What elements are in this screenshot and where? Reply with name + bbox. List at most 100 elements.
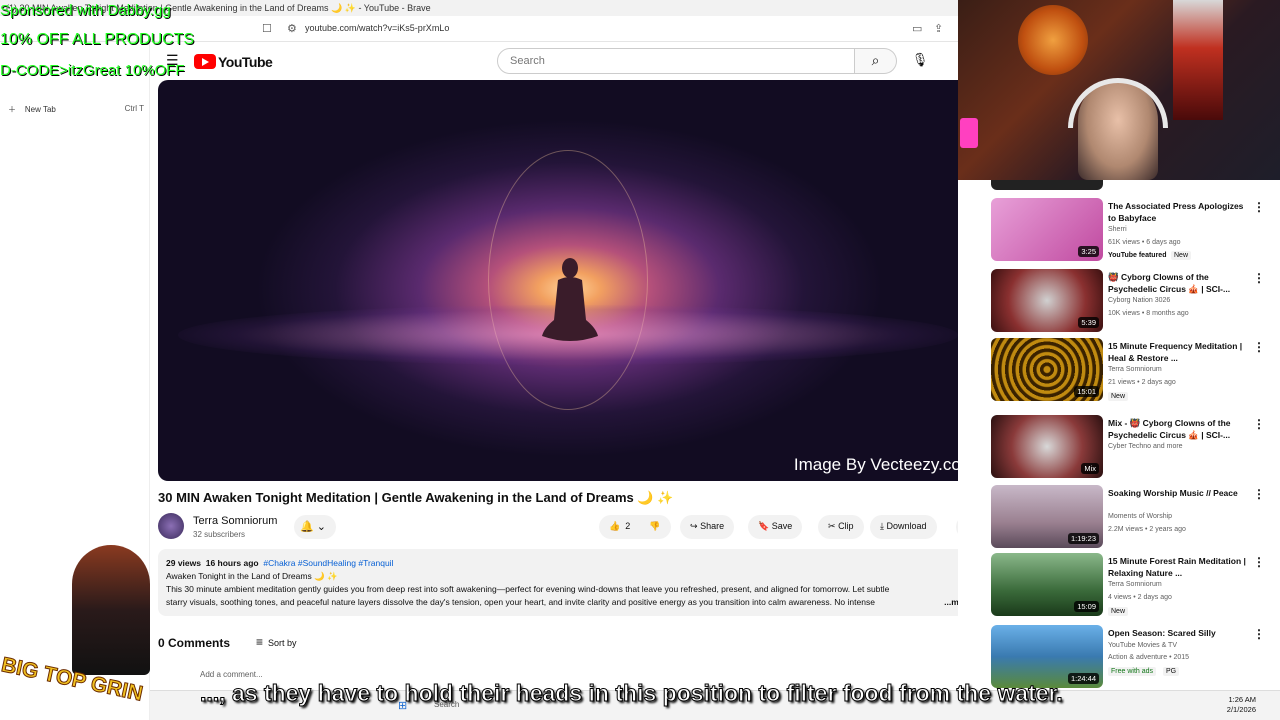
recommendation-title[interactable]: 👹 Cyborg Clowns of the Psychedelic Circu… [1108, 271, 1248, 295]
recommendation-item[interactable]: 15:09 15 Minute Forest Rain Meditation |… [991, 553, 1276, 617]
search-input[interactable]: Search [497, 48, 855, 74]
system-clock[interactable]: 1:26 AM 2/1/2026 [1227, 695, 1256, 715]
recommendation-channel[interactable]: YouTube Movies & TV [1108, 642, 1177, 649]
recommendation-meta: 10K views • 8 months ago [1108, 310, 1189, 317]
video-watermark: Image By Vecteezy.com [793, 455, 975, 474]
thumbs-up-icon: 👍 [609, 521, 621, 531]
site-info-icon[interactable]: ⚙ [287, 22, 297, 35]
more-options-icon[interactable]: ⋮ [1253, 200, 1265, 214]
description-box[interactable]: 29 views 16 hours ago #Chakra #SoundHeal… [158, 549, 981, 616]
sponsor-line-3: D-CODE>itzGreat 10%OFF [0, 62, 185, 79]
download-label: Download [886, 521, 927, 531]
clock-date: 2/1/2026 [1226, 705, 1256, 714]
recommendation-title[interactable]: The Associated Press Apologizes to Babyf… [1108, 200, 1248, 224]
recommendation-meta: 61K views • 6 days ago [1108, 239, 1181, 246]
recommendation-channel[interactable]: Moments of Worship [1108, 513, 1172, 520]
clown-decoration [1173, 0, 1223, 120]
recommendation-title[interactable]: Mix - 👹 Cyborg Clowns of the Psychedelic… [1108, 417, 1248, 441]
recommendation-title[interactable]: Soaking Worship Music // Peace [1108, 487, 1248, 499]
save-label: Save [771, 521, 793, 531]
duration-badge: 15:09 [1074, 601, 1099, 612]
recommendation-meta: 2.2M views • 2 years ago [1108, 526, 1186, 533]
video-thumbnail[interactable]: 5:39 [991, 269, 1103, 332]
recommendation-title[interactable]: 15 Minute Frequency Meditation | Heal & … [1108, 340, 1248, 364]
channel-avatar[interactable] [158, 513, 184, 539]
search-button[interactable]: ⌕ [855, 48, 897, 74]
url-text[interactable]: youtube.com/watch?v=iKs5-prXmLo [305, 23, 449, 33]
voice-search-button[interactable]: 🎙 [907, 48, 933, 74]
recommendation-title[interactable]: Open Season: Scared Silly [1108, 627, 1248, 639]
description-meta: 29 views 16 hours ago #Chakra #SoundHeal… [166, 557, 973, 570]
sort-label: Sort by [268, 638, 297, 648]
recommendation-meta: Action & adventure • 2015 [1108, 654, 1190, 661]
pumpkin-decoration [1018, 5, 1088, 75]
subscriber-count: 32 subscribers [193, 530, 246, 539]
new-tab-button[interactable]: ＋ New Tab Ctrl T [8, 104, 148, 115]
thumbs-down-icon[interactable]: 👎 [649, 521, 660, 532]
recommendation-channel[interactable]: Cyborg Nation 3026 [1108, 297, 1170, 304]
recommendation-item[interactable]: 1:19:23 Soaking Worship Music // Peace M… [991, 485, 1276, 549]
view-count: 29 views [166, 558, 201, 568]
more-options-icon[interactable]: ⋮ [1253, 417, 1265, 431]
sort-comments-button[interactable]: ≡ Sort by [256, 635, 297, 649]
recommendation-item[interactable]: 3:25 The Associated Press Apologizes to … [991, 198, 1276, 262]
more-options-icon[interactable]: ⋮ [1253, 487, 1265, 501]
recommendation-item[interactable]: 15:01 15 Minute Frequency Meditation | H… [991, 338, 1276, 402]
recommendation-title[interactable]: 15 Minute Forest Rain Meditation | Relax… [1108, 555, 1248, 579]
sponsor-line-1: Sponsored with Dabby.gg [0, 2, 171, 19]
duration-badge: 3:25 [1078, 246, 1099, 257]
recommendation-channel[interactable]: Terra Somniorum [1108, 581, 1162, 588]
recommendation-item[interactable]: Mix Mix - 👹 Cyborg Clowns of the Psyched… [991, 415, 1276, 479]
channel-row: Terra Somniorum 32 subscribers 🔔 ⌄ 👍 2 👎… [158, 512, 981, 542]
youtube-logo-text[interactable]: YouTube [218, 54, 273, 70]
share-button[interactable]: ↪ Share [680, 515, 735, 539]
add-comment-input[interactable]: Add a comment... [200, 670, 263, 679]
video-thumbnail[interactable]: 15:01 [991, 338, 1103, 401]
share-page-icon[interactable]: ⇪ [934, 22, 943, 35]
bell-icon: 🔔 [300, 521, 314, 533]
share-label: Share [700, 521, 725, 531]
chevron-down-icon: ⌄ [316, 521, 326, 533]
upload-age: 16 hours ago [205, 558, 259, 568]
save-button[interactable]: 🔖 Save [748, 515, 803, 539]
recommendation-channel[interactable]: Sherri [1108, 226, 1127, 233]
more-options-icon[interactable]: ⋮ [1253, 271, 1265, 285]
sort-icon: ≡ [256, 635, 264, 649]
duration-badge: 15:01 [1074, 386, 1099, 397]
video-thumbnail[interactable]: 1:24:44 [991, 625, 1103, 688]
headphones [1068, 78, 1168, 128]
clip-label: Clip [838, 521, 854, 531]
new-badge: New [1108, 392, 1129, 401]
download-icon: ⤓ [880, 521, 884, 531]
more-options-icon[interactable]: ⋮ [1253, 340, 1265, 354]
sponsor-line-2: 10% OFF ALL PRODUCTS [0, 31, 195, 48]
recommendation-item[interactable]: 5:39 👹 Cyborg Clowns of the Psychedelic … [991, 269, 1276, 333]
video-thumbnail[interactable]: 3:25 [991, 198, 1103, 261]
video-thumbnail[interactable]: 15:09 [991, 553, 1103, 616]
video-thumbnail[interactable]: 1:19:23 [991, 485, 1103, 548]
clip-button[interactable]: ✂ Clip [818, 515, 864, 539]
recommendation-channel[interactable]: Terra Somniorum [1108, 366, 1162, 373]
mix-badge: Mix [1081, 463, 1099, 474]
like-count: 2 [625, 521, 631, 531]
new-badge: New [1171, 251, 1192, 260]
video-thumbnail[interactable]: Mix [991, 415, 1103, 478]
featured-label: YouTube featured [1108, 252, 1167, 259]
new-badge: New [1108, 607, 1129, 616]
partial-thumbnail[interactable] [991, 180, 1103, 190]
hashtags[interactable]: #Chakra #SoundHealing #Tranquil [263, 558, 393, 568]
cast-icon[interactable]: ▭ [912, 22, 922, 35]
youtube-logo-icon[interactable] [194, 54, 216, 69]
share-icon: ↪ [690, 521, 698, 531]
more-options-icon[interactable]: ⋮ [1253, 555, 1265, 569]
notification-bell-button[interactable]: 🔔 ⌄ [294, 515, 336, 539]
channel-name[interactable]: Terra Somniorum [193, 515, 277, 527]
like-button[interactable]: 👍 2 👎 [599, 515, 671, 539]
bookmark-icon[interactable]: ☐ [262, 22, 272, 35]
download-button[interactable]: ⤓ Download [870, 515, 937, 539]
recommendations-list: 3:25 The Associated Press Apologizes to … [958, 180, 1280, 690]
more-options-icon[interactable]: ⋮ [1253, 627, 1265, 641]
video-player[interactable]: Image By Vecteezy.com [158, 80, 981, 481]
recommendation-channel[interactable]: Cyber Techno and more [1108, 443, 1183, 450]
rating-badge: PG [1163, 667, 1180, 676]
